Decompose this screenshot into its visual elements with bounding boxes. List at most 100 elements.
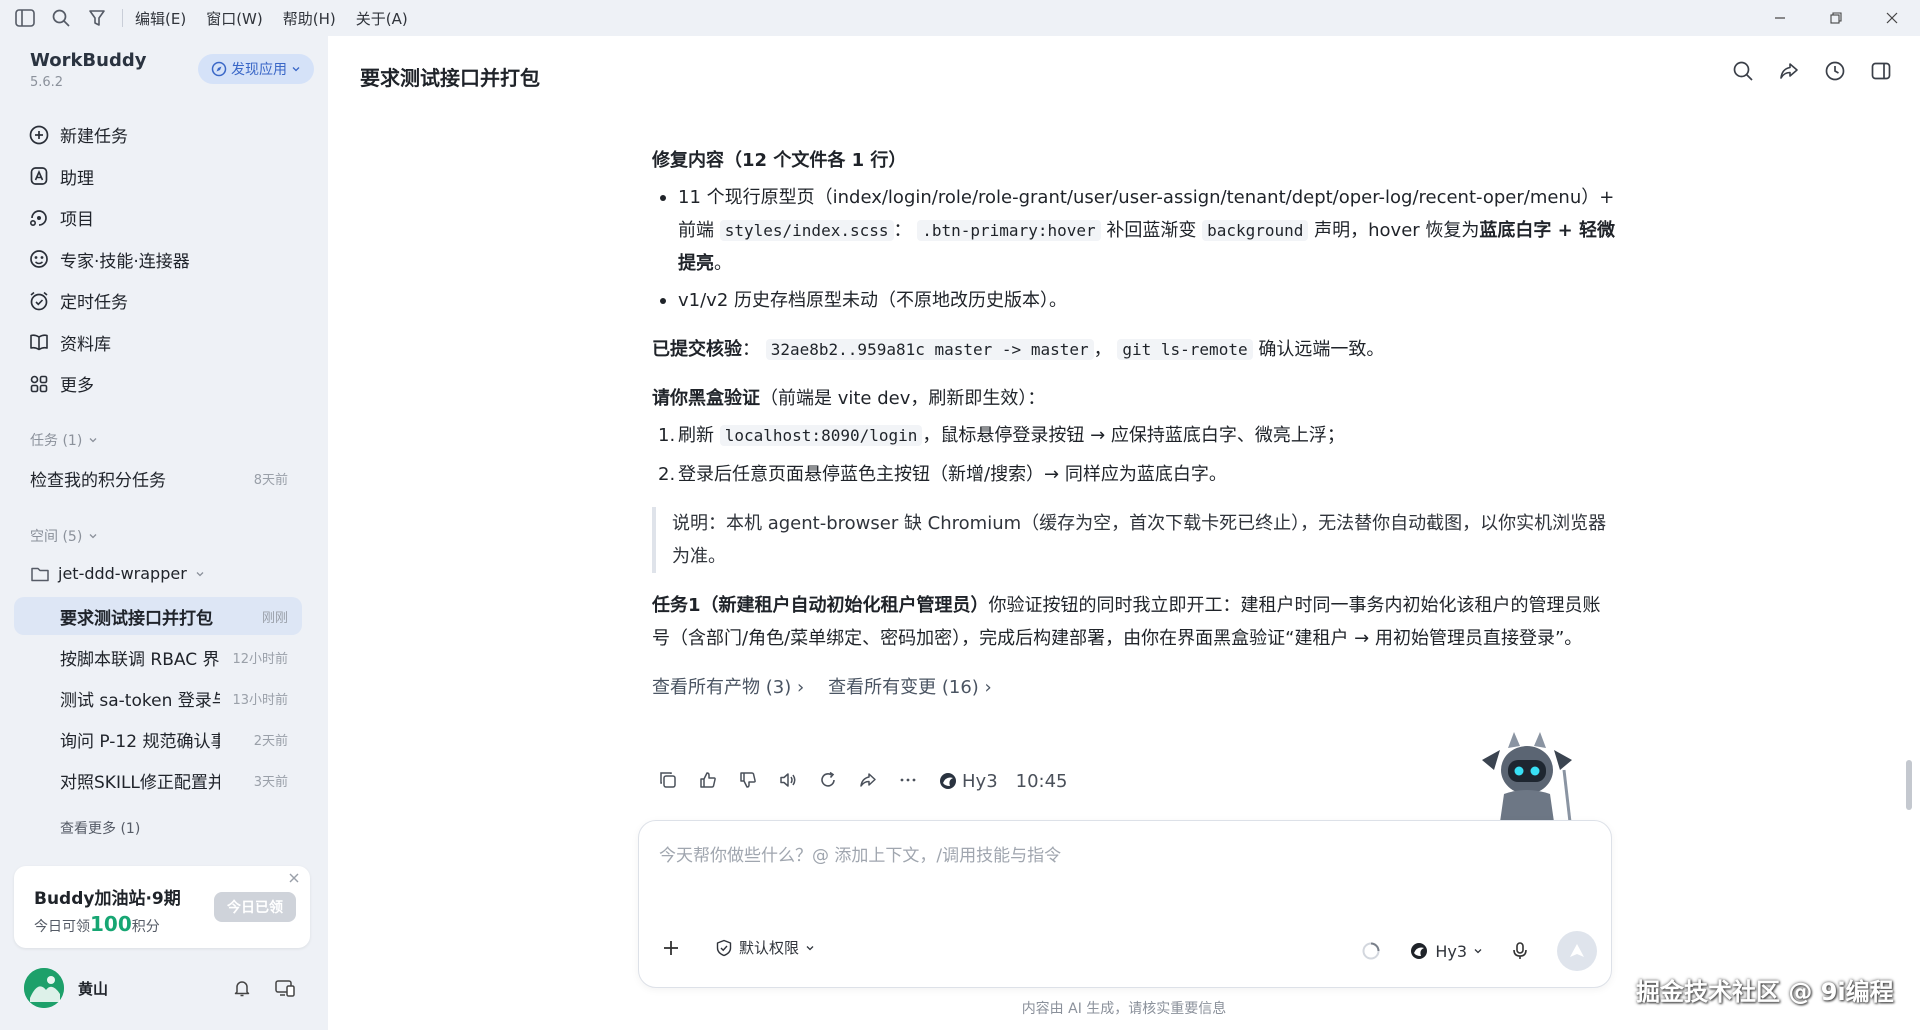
result-links: 查看所有产物 (3) › 查看所有变更 (16) › xyxy=(652,671,1616,704)
view-artifacts-link[interactable]: 查看所有产物 (3) › xyxy=(652,671,804,704)
menu-help[interactable]: 帮助(H) xyxy=(283,8,336,29)
link-label: 查看所有产物 (3) xyxy=(652,677,792,698)
menu-window[interactable]: 窗口(W) xyxy=(206,8,263,29)
spaces-section-header[interactable]: 空间 (5) xyxy=(30,526,98,546)
window-controls xyxy=(1752,0,1920,36)
conversation-title: 询问 P-12 规范确认事项 xyxy=(60,731,220,752)
nav-new-task[interactable]: 新建任务 xyxy=(28,114,318,156)
app-version: 5.6.2 xyxy=(30,75,64,90)
nav-scheduled-tasks[interactable]: 定时任务 xyxy=(28,280,318,322)
step-number: 2. xyxy=(658,464,676,485)
step-text-a: 登录后任意页面悬停蓝色主按钮（新增/搜索）→ 同样应为蓝底白字。 xyxy=(678,464,1227,485)
permission-dropdown[interactable]: 默认权限 xyxy=(715,937,815,958)
list-item: v1/v2 历史存档原型未动（不原地改历史版本）。 xyxy=(652,284,1616,317)
chevron-down-icon xyxy=(805,943,815,953)
chat-input-box: 今天帮你做些什么？@ 添加上下文，/调用技能与指令 默认权限 Hy3 xyxy=(638,820,1612,988)
nav-library[interactable]: 资料库 xyxy=(28,322,318,364)
alarm-icon xyxy=(28,290,50,312)
model-name: Hy3 xyxy=(962,770,998,792)
inline-code: styles/index.scss xyxy=(719,220,894,241)
nav-label: 定时任务 xyxy=(60,293,128,314)
chevron-down-icon xyxy=(88,435,98,445)
promo-card: Buddy加油站·9期 今日可领100积分 今日已领 xyxy=(14,866,310,948)
message-actions: Hy3 10:45 xyxy=(658,770,1068,792)
verify-label: 请你黑盒验证 xyxy=(652,388,760,409)
thumbs-down-icon[interactable] xyxy=(738,770,760,792)
model-logo-icon xyxy=(938,771,958,791)
conversation-time: 刚刚 xyxy=(261,610,288,626)
book-icon xyxy=(28,331,50,353)
discover-apps-button[interactable]: 发现应用 xyxy=(198,54,314,84)
main-panel: 要求测试接口并打包 修复内容（12 个文件各 1 行） 11 个现行原型页（in… xyxy=(328,36,1920,1030)
history-icon[interactable] xyxy=(1824,60,1846,82)
discover-apps-label: 发现应用 xyxy=(231,62,287,78)
panel-toggle-icon[interactable] xyxy=(1870,60,1892,82)
chat-input[interactable]: 今天帮你做些什么？@ 添加上下文，/调用技能与指令 xyxy=(659,841,1061,866)
task-title: 检查我的积分任务 xyxy=(30,471,166,491)
chevron-down-icon xyxy=(1473,946,1483,956)
speaker-icon[interactable] xyxy=(778,770,800,792)
minimize-button[interactable] xyxy=(1752,0,1808,36)
spaces-section-label: 空间 (5) xyxy=(30,529,83,545)
thumbs-up-icon[interactable] xyxy=(698,770,720,792)
nav-more[interactable]: 更多 xyxy=(28,363,318,405)
bullet1-text-d: 声明，hover 恢复为 xyxy=(1308,220,1480,241)
filter-icon[interactable] xyxy=(86,7,108,29)
nav-assistant[interactable]: 助理 xyxy=(28,156,318,198)
conversation-item[interactable]: 按脚本联调 RBAC 界 12小时前 xyxy=(14,638,302,676)
share-icon[interactable] xyxy=(858,770,880,792)
conversation-item-active[interactable]: 要求测试接口并打包 刚刚 xyxy=(14,597,302,635)
sidebar-toggle-icon[interactable] xyxy=(14,7,36,29)
space-folder[interactable]: jet-ddd-wrapper xyxy=(30,564,205,583)
conversation-title: 对照SKILL修正配置并出 xyxy=(60,772,220,793)
plus-circle-icon xyxy=(28,124,50,146)
commit-tail: 确认远端一致。 xyxy=(1252,339,1385,360)
search-icon[interactable] xyxy=(50,7,72,29)
menu-edit[interactable]: 编辑(E) xyxy=(135,8,186,29)
bell-icon[interactable] xyxy=(232,978,252,998)
brand: WorkBuddy 5.6.2 xyxy=(30,50,146,90)
menu-about[interactable]: 关于(A) xyxy=(356,8,408,29)
nav-experts[interactable]: 专家·技能·连接器 xyxy=(28,239,318,281)
share-icon[interactable] xyxy=(1778,60,1800,82)
menu-bar: 编辑(E) 窗口(W) 帮助(H) 关于(A) xyxy=(135,8,408,29)
see-more-link[interactable]: 查看更多 (1) xyxy=(60,818,140,838)
device-icon[interactable] xyxy=(274,978,296,998)
restore-button[interactable] xyxy=(1808,0,1864,36)
conversation-item[interactable]: 询问 P-12 规范确认事项 2天前 xyxy=(14,720,302,758)
task-item[interactable]: 检查我的积分任务 8天前 xyxy=(30,466,288,491)
search-icon[interactable] xyxy=(1732,60,1754,82)
add-attachment-icon[interactable] xyxy=(661,938,681,958)
titlebar-divider xyxy=(122,9,123,27)
nav-label: 新建任务 xyxy=(60,127,128,148)
close-icon[interactable] xyxy=(288,872,300,884)
user-profile[interactable]: 黄山 xyxy=(24,968,108,1008)
model-selector[interactable]: Hy3 xyxy=(1409,941,1483,961)
step-text-b: ，鼠标悬停登录按钮 → 应保持蓝底白字、微亮上浮； xyxy=(922,425,1345,446)
fix-list: 11 个现行原型页（index/login/role/role-grant/us… xyxy=(652,181,1616,317)
main-nav: 新建任务 助理 项目 专家·技能·连接器 定时任务 资料库 更多 xyxy=(28,114,318,405)
list-item: 1. 刷新 localhost:8090/login ，鼠标悬停登录按钮 → 应保持… xyxy=(652,419,1616,452)
view-changes-link[interactable]: 查看所有变更 (16) › xyxy=(828,671,992,704)
copy-icon[interactable] xyxy=(658,770,680,792)
close-window-button[interactable] xyxy=(1864,0,1920,36)
claim-button[interactable]: 今日已领 xyxy=(214,892,296,922)
conversation-time: 12小时前 xyxy=(232,651,288,667)
verify-tail: （前端是 vite dev，刷新即生效）： xyxy=(760,388,1046,409)
step-text-a: 刷新 xyxy=(678,425,720,446)
tasks-section-header[interactable]: 任务 (1) xyxy=(30,430,98,450)
scrollbar-thumb[interactable] xyxy=(1906,760,1912,810)
expert-icon xyxy=(28,248,50,270)
promo-sub-prefix: 今日可领 xyxy=(34,919,90,935)
more-icon[interactable] xyxy=(898,770,920,792)
regenerate-icon[interactable] xyxy=(818,770,840,792)
promo-title: Buddy加油站·9期 xyxy=(34,889,181,909)
conversation-item[interactable]: 测试 sa-token 登录与 13小时前 xyxy=(14,679,302,717)
title-bar: 编辑(E) 窗口(W) 帮助(H) 关于(A) xyxy=(0,0,1920,36)
conversation-item[interactable]: 对照SKILL修正配置并出 3天前 xyxy=(14,761,302,799)
promo-sub-suffix: 积分 xyxy=(131,919,160,935)
microphone-icon[interactable] xyxy=(1511,941,1529,961)
send-button[interactable] xyxy=(1557,931,1597,971)
fix-heading: 修复内容（12 个文件各 1 行） xyxy=(652,150,907,171)
nav-project[interactable]: 项目 xyxy=(28,197,318,239)
